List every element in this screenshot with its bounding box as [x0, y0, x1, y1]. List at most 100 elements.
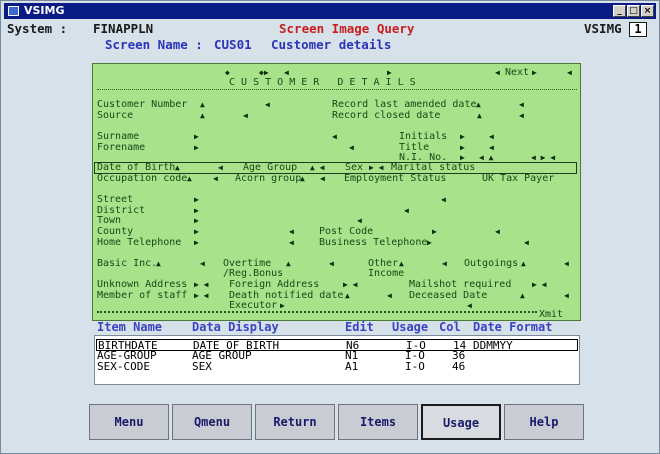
- field-arrow: ◀: [243, 111, 248, 120]
- label-forename: Forename: [97, 142, 146, 153]
- field-arrow: ◀: [467, 301, 472, 310]
- label-unknown-address: Unknown Address: [97, 279, 188, 290]
- screen-name-label: Screen Name :: [105, 37, 203, 52]
- column-date-format: Date Format: [473, 320, 553, 334]
- label-mailshot: Mailshot required: [409, 279, 512, 290]
- field-arrow: ◀: [289, 227, 294, 236]
- field-arrow: ◀: [495, 68, 500, 77]
- next-label: Next: [505, 67, 530, 78]
- heading-divider: [97, 89, 577, 90]
- label-town: Town: [97, 215, 122, 226]
- field-arrow: ◀: [524, 238, 529, 247]
- column-usage: Usage: [392, 320, 429, 334]
- system-value: FINAPPLN: [93, 21, 154, 36]
- screen-heading: C U S T O M E R D E T A I L S: [229, 77, 416, 88]
- label-record-last-amended: Record last amended date: [332, 99, 477, 110]
- label-acorn: Acorn group: [235, 173, 302, 184]
- label-member-of-staff: Member of staff: [97, 290, 188, 301]
- label-reg-bonus: /Reg.Bonus: [223, 268, 284, 279]
- label-executor: Executor: [229, 300, 278, 311]
- label-employment: Employment Status: [344, 173, 447, 184]
- screen-divider: [97, 311, 537, 313]
- field-arrow: ◀: [357, 216, 362, 225]
- label-dob: Date of Birth: [97, 162, 176, 173]
- screen-name: CUS01: [214, 37, 252, 52]
- item-list[interactable]: BIRTHDATE DATE OF BIRTH N6 I-O 14 DDMMYY…: [94, 335, 580, 385]
- qmenu-button[interactable]: Qmenu: [172, 404, 252, 440]
- field-arrow: ◀: [519, 111, 524, 120]
- label-county: County: [97, 226, 134, 237]
- field-arrow: ▶: [194, 227, 199, 236]
- help-button[interactable]: Help: [504, 404, 584, 440]
- label-customer-number: Customer Number: [97, 99, 188, 110]
- field-arrow: ◀: [200, 259, 205, 268]
- field-arrow: ▶ ◀: [532, 280, 547, 289]
- field-arrow: ◀: [567, 68, 572, 77]
- col-cell: 46: [452, 360, 466, 373]
- label-xmit: Xmit: [539, 309, 564, 320]
- label-home-telephone: Home Telephone: [97, 237, 182, 248]
- field-arrow: ◀: [349, 143, 354, 152]
- field-arrow: ▲: [476, 100, 481, 109]
- field-arrow: ▲: [286, 259, 291, 268]
- usage-button[interactable]: Usage: [421, 404, 501, 440]
- edit-cell: A1: [345, 360, 359, 373]
- field-arrow: ▲: [300, 174, 305, 183]
- screen-title: Screen Image Query: [279, 21, 415, 36]
- title-bar: VSIMG _ □ ×: [4, 3, 656, 19]
- field-arrow: ▲: [200, 111, 205, 120]
- system-label: System :: [7, 21, 68, 36]
- field-arrow: ▶ ◀: [343, 280, 358, 289]
- field-arrow: ▶: [432, 227, 437, 236]
- menu-button[interactable]: Menu: [89, 404, 169, 440]
- field-arrow: ◀: [289, 238, 294, 247]
- field-arrow: ▲: [156, 259, 161, 268]
- field-arrow: ▲: [345, 291, 350, 300]
- field-arrow: ▶ ◀: [369, 163, 384, 172]
- label-initials: Initials: [399, 131, 448, 142]
- column-edit: Edit: [345, 320, 374, 334]
- label-surname: Surname: [97, 131, 140, 142]
- field-arrow: ▲: [175, 163, 180, 172]
- field-arrow: ◀: [442, 259, 447, 268]
- minimize-button[interactable]: _: [613, 5, 626, 17]
- field-arrow: ▶: [280, 301, 285, 310]
- field-arrow: ◀: [387, 291, 392, 300]
- column-item-name: Item Name: [97, 320, 163, 334]
- field-arrow: ▶: [532, 68, 537, 77]
- item-name-cell: SEX-CODE: [97, 360, 150, 373]
- app-id: VSIMG: [584, 21, 622, 36]
- return-button[interactable]: Return: [255, 404, 335, 440]
- field-arrow: ▲: [477, 111, 482, 120]
- field-arrow: ◀: [265, 100, 270, 109]
- label-marital-status: Marital status: [391, 162, 476, 173]
- field-arrow: ◀: [564, 259, 569, 268]
- field-arrow: ▶: [194, 195, 199, 204]
- page-number: 1: [629, 22, 647, 37]
- field-arrow: ▶: [194, 143, 199, 152]
- field-arrow: ◀: [320, 174, 325, 183]
- label-basic-inc: Basic Inc.: [97, 258, 158, 269]
- window-title: VSIMG: [24, 4, 65, 17]
- field-arrow: ▶: [460, 132, 465, 141]
- maximize-button[interactable]: □: [627, 5, 640, 17]
- label-uk-tax: UK Tax Payer: [482, 173, 555, 184]
- field-arrow: ▶: [427, 238, 432, 247]
- column-col: Col: [439, 320, 461, 334]
- label-outgoings: Outgoings: [464, 258, 519, 269]
- field-arrow: ◀: [441, 195, 446, 204]
- field-arrow: ◀: [519, 100, 524, 109]
- field-arrow: ▶ ◀: [194, 280, 209, 289]
- field-arrow: ▲ ◀: [310, 163, 325, 172]
- label-record-closed: Record closed date: [332, 110, 441, 121]
- label-income: Income: [368, 268, 405, 279]
- items-button[interactable]: Items: [338, 404, 418, 440]
- field-arrow: ◀: [218, 163, 223, 172]
- list-item[interactable]: SEX-CODE SEX A1 I-O 46: [97, 361, 577, 373]
- field-arrow: ◀: [495, 227, 500, 236]
- field-arrow: ▶: [194, 216, 199, 225]
- close-button[interactable]: ×: [641, 5, 654, 17]
- field-arrow: ◀: [564, 291, 569, 300]
- column-data-display: Data Display: [192, 320, 279, 334]
- field-arrow: ◀: [404, 206, 409, 215]
